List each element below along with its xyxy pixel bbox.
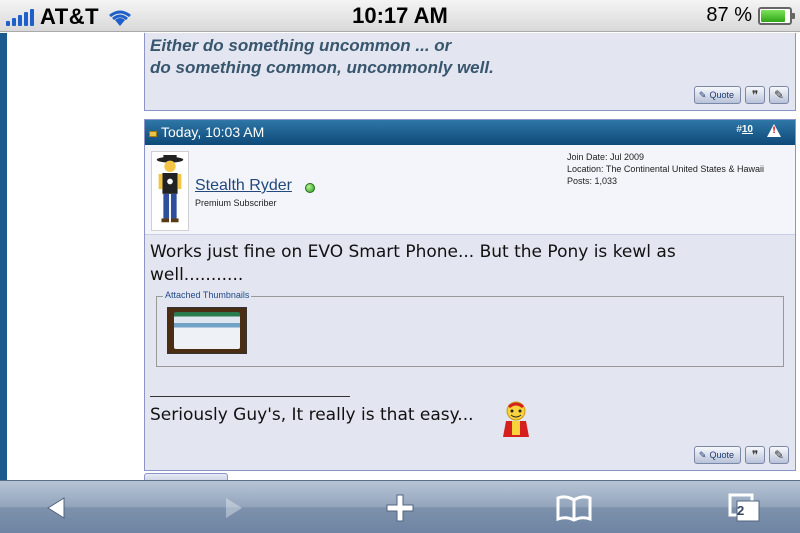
multi-quote-button[interactable]: ❞: [745, 446, 765, 464]
back-arrow-icon: [47, 496, 65, 519]
post-number[interactable]: #10: [736, 124, 753, 135]
forward-button[interactable]: [194, 481, 274, 533]
battery-icon: [758, 6, 795, 25]
status-right: 87 %: [706, 4, 795, 27]
signature-divider: [150, 396, 350, 397]
post-actions: ✎ Quote ❞ ✎: [693, 86, 789, 104]
avatar[interactable]: [151, 151, 189, 231]
wifi-icon: [109, 10, 131, 26]
signature-line-1: Either do something uncommon ... or: [150, 36, 452, 55]
post-10: Today, 10:03 AM #10 ! Stealth Ryder Prem…: [144, 119, 796, 471]
pages-button[interactable]: 2: [704, 481, 784, 533]
attachment-thumbnail[interactable]: [167, 307, 247, 354]
multi-quote-button[interactable]: ❞: [745, 86, 765, 104]
status-bar: AT&T 10:17 AM 87 %: [0, 0, 800, 32]
quick-reply-button[interactable]: ✎: [769, 446, 789, 464]
post-header: Today, 10:03 AM #10: [145, 120, 795, 145]
username-link[interactable]: Stealth Ryder: [195, 177, 292, 195]
web-content[interactable]: Either do something uncommon ... or do s…: [0, 33, 800, 480]
user-stats: Join Date: Jul 2009 Location: The Contin…: [567, 151, 764, 187]
post-number-link[interactable]: 10: [742, 124, 753, 135]
book-icon: [556, 494, 592, 522]
pages-count: 2: [737, 503, 745, 518]
edit-icon: ✎: [773, 88, 785, 102]
status-left: AT&T: [6, 4, 135, 30]
quote-button[interactable]: ✎ Quote: [693, 86, 741, 104]
attachments-legend: Attached Thumbnails: [163, 290, 252, 300]
post-date: Today, 10:03 AM: [161, 124, 265, 140]
quote-label: Quote: [709, 450, 734, 460]
quote-icon: ✎: [698, 89, 707, 100]
browser-toolbar: 2: [0, 480, 800, 533]
signal-strength-icon: [6, 8, 34, 26]
join-date: Join Date: Jul 2009: [567, 152, 645, 162]
add-bookmark-button[interactable]: [360, 481, 440, 533]
user-title: Premium Subscriber: [195, 198, 277, 208]
report-post-icon[interactable]: [767, 124, 781, 137]
forward-arrow-icon: [226, 497, 242, 518]
user-info: Stealth Ryder Premium Subscriber Join Da…: [145, 145, 795, 235]
edit-icon: ✎: [773, 448, 785, 462]
post-status-icon: [149, 131, 157, 137]
multiquote-icon: ❞: [751, 448, 759, 462]
online-status-icon: [305, 183, 315, 193]
bookmarks-button[interactable]: [534, 481, 614, 533]
next-post-edge: [144, 473, 228, 480]
quote-icon: ✎: [698, 449, 707, 460]
signature-line-2: do something common, uncommonly well.: [150, 58, 494, 77]
quick-reply-button[interactable]: ✎: [769, 86, 789, 104]
quote-label: Quote: [709, 90, 734, 100]
attached-thumbnails: Attached Thumbnails: [156, 290, 784, 367]
battery-percent: 87 %: [706, 4, 752, 26]
previous-post: Either do something uncommon ... or do s…: [144, 33, 796, 111]
post-message: Works just fine on EVO Smart Phone... Bu…: [150, 242, 676, 285]
user-location: Location: The Continental United States …: [567, 164, 764, 174]
quote-button[interactable]: ✎ Quote: [693, 446, 741, 464]
signature-text: Seriously Guy's, It really is that easy.…: [150, 405, 474, 425]
thumbnail-image: [174, 312, 240, 349]
multiquote-icon: ❞: [751, 88, 759, 102]
carrier-name: AT&T: [40, 4, 100, 29]
smiley-icon: [503, 401, 529, 437]
battery-fill: [761, 9, 786, 22]
post-count: Posts: 1,033: [567, 176, 618, 186]
plus-icon: [386, 494, 414, 521]
post-actions: ✎ Quote ❞ ✎: [693, 446, 789, 464]
back-button[interactable]: [16, 481, 96, 533]
left-sidebar-edge: [0, 33, 7, 480]
thread-panel: Either do something uncommon ... or do s…: [138, 33, 800, 480]
